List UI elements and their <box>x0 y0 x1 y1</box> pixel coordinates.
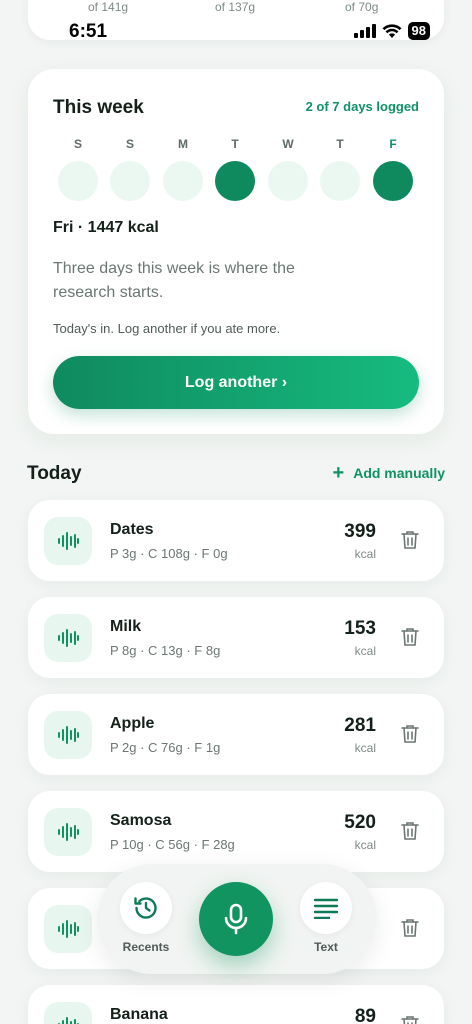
food-item[interactable]: Milk P 8g · C 13g · F 8g 153 kcal <box>28 597 444 678</box>
status-bar: 6:51 98 <box>0 20 472 46</box>
voice-wave-icon <box>44 614 92 662</box>
food-kcal-unit: kcal <box>354 644 376 658</box>
recents-circle <box>120 882 172 934</box>
food-item[interactable]: Apple P 2g · C 76g · F 1g 281 kcal <box>28 694 444 775</box>
week-message: Three days this week is where the resear… <box>53 260 295 301</box>
carbs-target: of 137g <box>215 0 256 14</box>
food-kcal-unit: kcal <box>354 547 376 561</box>
trash-icon[interactable] <box>401 724 419 744</box>
voice-wave-icon <box>44 905 92 953</box>
voice-wave-icon <box>44 711 92 759</box>
trash-icon[interactable] <box>401 530 419 550</box>
day-dot <box>163 161 203 201</box>
microphone-icon <box>224 903 248 935</box>
voice-wave-icon <box>44 1002 92 1024</box>
week-title: This week <box>53 97 144 118</box>
food-kcal: 89 <box>354 1006 376 1024</box>
selected-day-summary: Fri · 1447 kcal <box>53 219 159 236</box>
day-letter: W <box>282 137 294 151</box>
food-kcal-unit: kcal <box>354 741 376 755</box>
food-kcal: 399 <box>344 521 376 542</box>
history-icon <box>134 897 157 919</box>
macro-targets: of 141g of 137g of 70g <box>0 0 472 14</box>
food-macros: P 8g · C 13g · F 8g <box>110 643 221 658</box>
day-sat[interactable]: S <box>58 137 98 201</box>
food-kcal-unit: kcal <box>354 838 376 852</box>
food-item[interactable]: Banana 89 <box>28 985 444 1024</box>
text-input-button[interactable]: Text <box>291 882 361 954</box>
plus-icon: + <box>332 462 345 484</box>
signal-icon <box>353 24 376 38</box>
food-kcal: 520 <box>344 812 376 833</box>
food-macros: P 3g · C 108g · F 0g <box>110 546 228 561</box>
day-dot-logged <box>373 161 413 201</box>
week-card: This week 2 of 7 days logged S S M T W T… <box>28 69 444 434</box>
food-name: Samosa <box>110 812 172 829</box>
food-name: Milk <box>110 618 142 635</box>
food-kcal: 153 <box>344 618 376 639</box>
trash-icon[interactable] <box>401 627 419 647</box>
day-dot-logged <box>215 161 255 201</box>
fat-target: of 70g <box>345 0 379 14</box>
food-kcal: 281 <box>344 715 376 736</box>
voice-wave-icon <box>44 808 92 856</box>
today-title: Today <box>27 463 82 484</box>
day-tue[interactable]: T <box>215 137 255 201</box>
text-lines-icon <box>313 898 339 919</box>
day-thu[interactable]: T <box>320 137 360 201</box>
status-time: 6:51 <box>69 21 108 42</box>
food-item[interactable]: Dates P 3g · C 108g · F 0g 399 kcal <box>28 500 444 581</box>
status-icons: 98 <box>353 22 430 40</box>
add-manually-label: Add manually <box>353 465 445 481</box>
day-letter: T <box>336 137 344 151</box>
day-dot <box>268 161 308 201</box>
day-letter: M <box>178 137 188 151</box>
food-macros: P 2g · C 76g · F 1g <box>110 740 221 755</box>
day-dot <box>110 161 150 201</box>
day-dot <box>58 161 98 201</box>
day-letter: F <box>389 137 397 151</box>
food-item[interactable]: Samosa P 10g · C 56g · F 28g 520 kcal <box>28 791 444 872</box>
day-letter: S <box>125 137 134 151</box>
voice-wave-icon <box>44 517 92 565</box>
day-letter: T <box>231 137 239 151</box>
battery-level: 98 <box>407 22 430 40</box>
trash-icon[interactable] <box>401 1015 419 1024</box>
day-dot <box>320 161 360 201</box>
protein-target: of 141g <box>88 0 129 14</box>
food-name: Banana <box>110 1006 168 1023</box>
wifi-icon <box>382 23 402 38</box>
food-name: Dates <box>110 521 154 538</box>
food-macros: P 10g · C 56g · F 28g <box>110 837 235 852</box>
day-mon[interactable]: M <box>163 137 203 201</box>
week-days: S S M T W T F <box>58 137 418 207</box>
input-dock: Recents Text <box>97 864 377 974</box>
trash-icon[interactable] <box>401 821 419 841</box>
week-note: Today's in. Log another if you ate more. <box>53 321 281 336</box>
recents-button[interactable]: Recents <box>111 882 181 954</box>
day-sun[interactable]: S <box>110 137 150 201</box>
day-fri[interactable]: F <box>373 137 413 201</box>
recents-label: Recents <box>122 940 170 954</box>
day-wed[interactable]: W <box>268 137 308 201</box>
voice-record-button[interactable] <box>199 882 273 956</box>
log-another-button[interactable]: Log another › <box>53 356 419 409</box>
food-name: Apple <box>110 715 155 732</box>
day-letter: S <box>73 137 82 151</box>
text-label: Text <box>314 940 338 954</box>
text-circle <box>300 882 352 934</box>
add-manually-button[interactable]: + Add manually <box>332 462 445 484</box>
trash-icon[interactable] <box>401 918 419 938</box>
week-logged-count: 2 of 7 days logged <box>305 99 419 114</box>
